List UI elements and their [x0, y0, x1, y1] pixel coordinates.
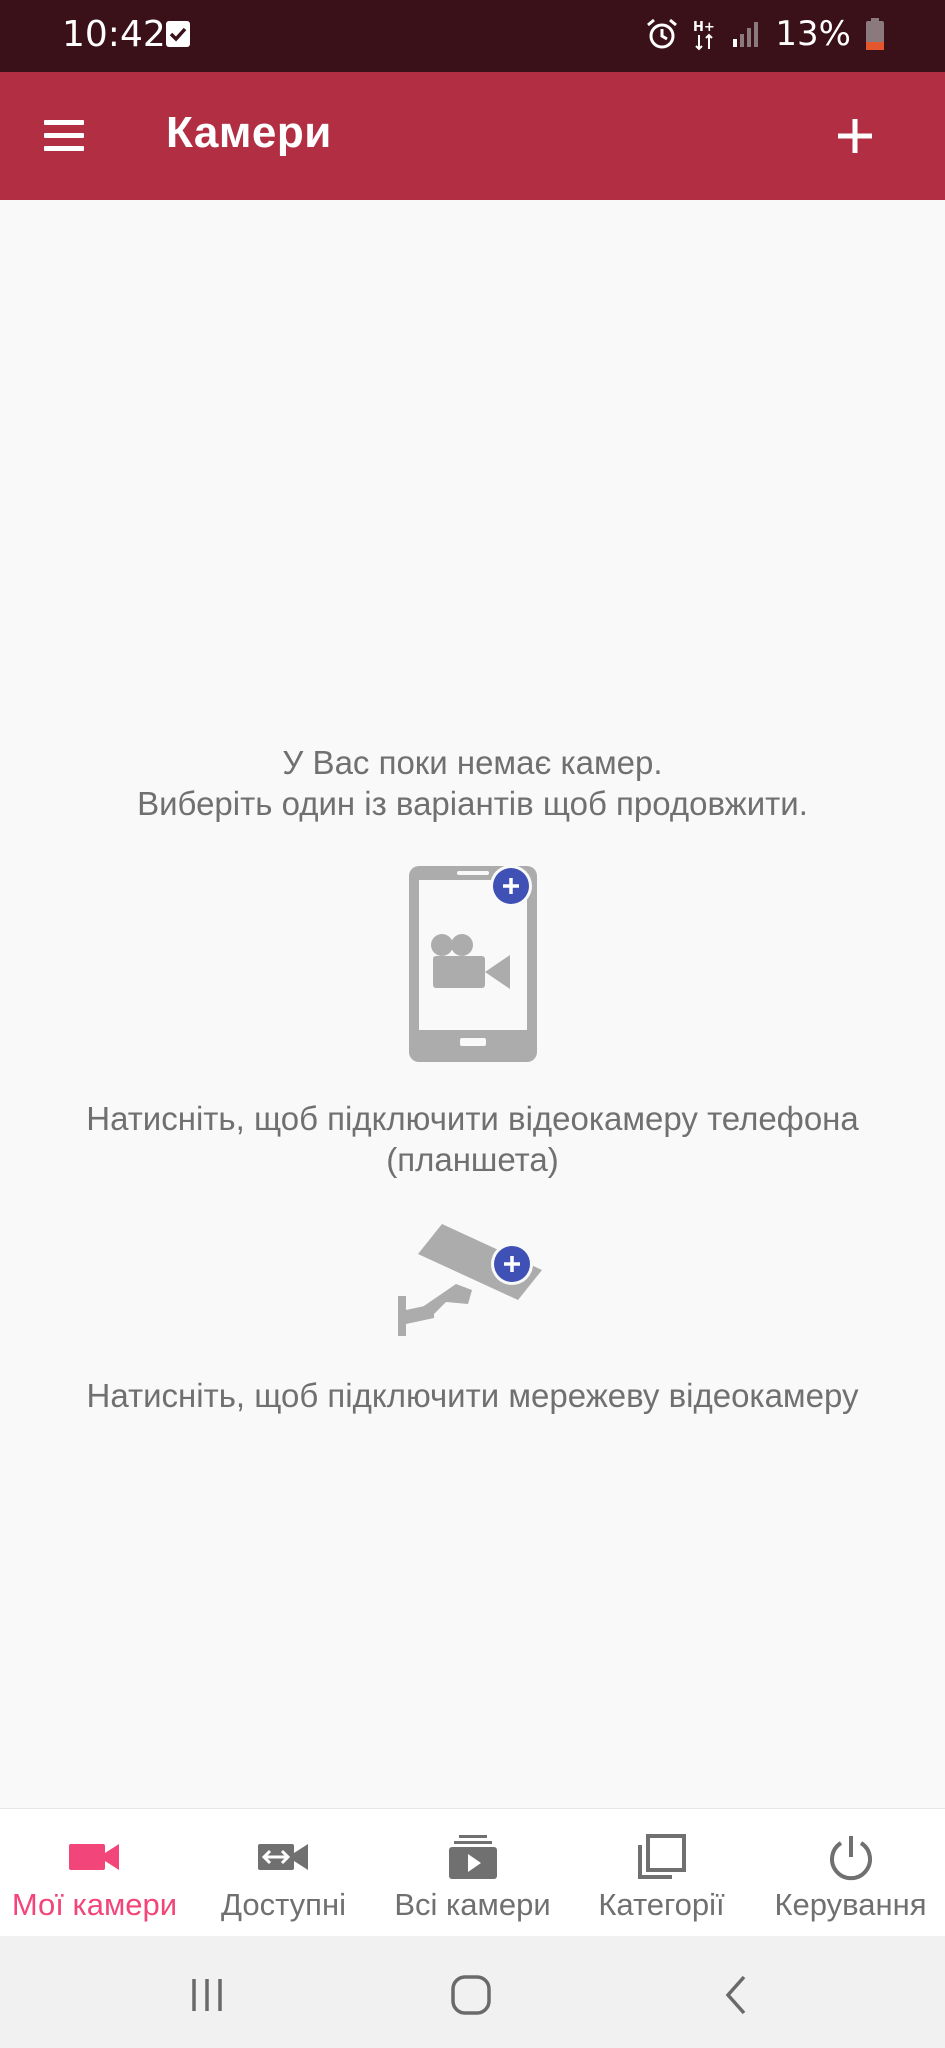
recents-button[interactable]: [182, 1970, 232, 2020]
phone-camera-icon: [409, 865, 537, 1062]
status-bar: 10:42 H+ 13%: [0, 0, 945, 72]
recents-icon: [192, 1979, 222, 2011]
nav-label: Мої камери: [11, 1887, 178, 1922]
nav-control[interactable]: Керування: [756, 1809, 945, 1936]
status-time: 10:42: [62, 14, 166, 55]
categories-icon: [637, 1834, 686, 1879]
nav-label: Всі камери: [394, 1887, 551, 1922]
nav-label: Керування: [774, 1887, 927, 1922]
back-button[interactable]: [712, 1970, 762, 2020]
bottom-navigation: Мої камери Доступні Всі камери Категорії…: [0, 1808, 945, 1936]
signal-icon: [733, 22, 759, 47]
power-icon: [829, 1836, 872, 1881]
system-navigation-bar: [0, 1936, 945, 2048]
menu-button[interactable]: [34, 106, 94, 166]
security-camera-icon: [398, 1224, 542, 1336]
add-camera-button[interactable]: [825, 106, 885, 166]
nav-label: Категорії: [598, 1887, 725, 1922]
phone-option-label-line2: (планшета): [386, 1141, 559, 1178]
nav-all-cameras[interactable]: Всі камери: [378, 1809, 567, 1936]
empty-message: У Вас поки немає камер. Виберіть один із…: [0, 742, 945, 824]
status-right: H+ 13%: [645, 14, 885, 54]
empty-message-line2: Виберіть один із варіантів щоб продовжит…: [137, 785, 808, 822]
page-title: Камери: [166, 108, 332, 157]
alarm-icon: [647, 18, 678, 49]
hplus-data-icon: H+: [693, 20, 715, 51]
back-icon: [725, 1975, 746, 2015]
nav-available[interactable]: Доступні: [189, 1809, 378, 1936]
empty-message-line1: У Вас поки немає камер.: [282, 744, 663, 781]
phone-camera-option[interactable]: [399, 858, 545, 1064]
battery-percent: 13%: [775, 14, 851, 54]
plus-badge-icon: [490, 865, 532, 907]
phone-option-label-line1: Натисніть, щоб підключити відеокамеру те…: [86, 1100, 859, 1137]
plus-icon: [838, 119, 872, 153]
nav-my-cameras[interactable]: Мої камери: [0, 1809, 189, 1936]
home-icon: [451, 1975, 491, 2015]
videocam-icon: [68, 1844, 119, 1870]
network-camera-option[interactable]: [394, 1214, 550, 1338]
plus-badge-icon: [491, 1243, 533, 1285]
app-bar: Камери: [0, 72, 945, 200]
network-option-label-text: Натисніть, щоб підключити мережеву відео…: [86, 1377, 859, 1414]
video-library-icon: [448, 1835, 497, 1879]
network-option-label[interactable]: Натисніть, щоб підключити мережеву відео…: [0, 1375, 945, 1416]
battery-icon: [866, 18, 884, 50]
home-button[interactable]: [446, 1970, 496, 2020]
shared-camera-icon: [257, 1844, 308, 1870]
nav-label: Доступні: [221, 1887, 346, 1922]
nav-categories[interactable]: Категорії: [567, 1809, 756, 1936]
checkbox-icon: [166, 21, 190, 47]
phone-option-label[interactable]: Натисніть, щоб підключити відеокамеру те…: [0, 1098, 945, 1180]
svg-text:H+: H+: [693, 20, 715, 35]
